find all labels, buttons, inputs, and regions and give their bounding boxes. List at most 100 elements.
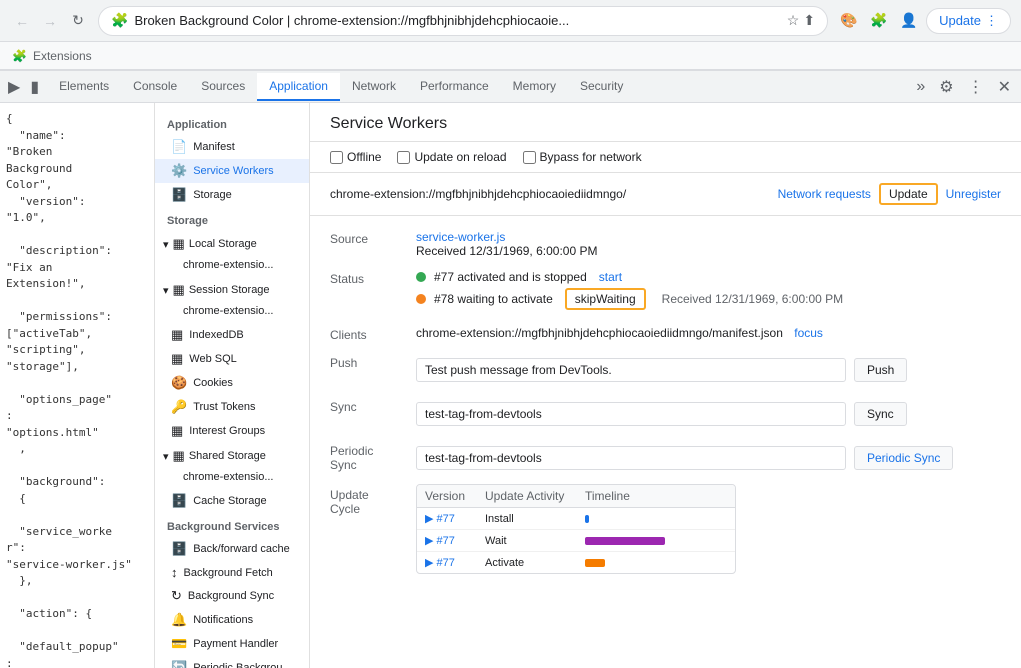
close-devtools-icon[interactable]: ✕ (992, 75, 1017, 99)
forward-button[interactable]: → (38, 9, 62, 33)
trust-tokens-icon: 🔑 (171, 399, 187, 415)
start-link[interactable]: start (599, 270, 622, 284)
tab-network[interactable]: Network (340, 73, 408, 101)
sw-url: chrome-extension://mgfbhjnibhjdehcphioca… (330, 187, 766, 201)
shared-storage-header[interactable]: ▾ ▦ Shared Storage (155, 445, 309, 467)
local-storage-icon: ▦ (173, 236, 185, 252)
tab-performance[interactable]: Performance (408, 73, 501, 101)
nav-item-background-fetch[interactable]: ↕ Background Fetch (155, 561, 309, 584)
puzzle-icon[interactable]: 🧩 (866, 8, 892, 34)
offline-checkbox[interactable] (330, 151, 343, 164)
back-button[interactable]: ← (10, 9, 34, 33)
unregister-link[interactable]: Unregister (946, 187, 1001, 201)
expand-icon: ▾ (163, 450, 169, 463)
cast-icon[interactable]: 🎨 (836, 8, 862, 34)
local-storage-child[interactable]: chrome-extensio... (155, 255, 309, 275)
sw-toolbar: Offline Update on reload Bypass for netw… (310, 142, 1021, 173)
nav-item-service-workers[interactable]: ⚙️ Service Workers (155, 159, 309, 183)
background-sync-icon: ↻ (171, 588, 182, 604)
offline-checkbox-label[interactable]: Offline (330, 150, 381, 164)
profile-icon[interactable]: 👤 (896, 8, 922, 34)
application-section-label: Application (155, 115, 309, 135)
nav-item-periodic-background[interactable]: 🔄 Periodic Backgrou... (155, 656, 309, 668)
nav-item-web-sql[interactable]: ▦ Web SQL (155, 347, 309, 371)
tab-application[interactable]: Application (257, 73, 340, 101)
shared-storage-child[interactable]: chrome-extensio... (155, 467, 309, 487)
update-button[interactable]: Update ⋮ (926, 8, 1011, 34)
inspect-icon[interactable]: ▶ (4, 75, 24, 99)
wait-bar (585, 537, 665, 545)
status-orange-dot (416, 294, 426, 304)
session-storage-child[interactable]: chrome-extensio... (155, 301, 309, 321)
tab-memory[interactable]: Memory (501, 73, 568, 101)
sync-value: Sync (416, 398, 1001, 430)
push-value: Push (416, 354, 1001, 386)
sync-input[interactable] (416, 402, 846, 426)
nav-item-interest-groups[interactable]: ▦ Interest Groups (155, 419, 309, 443)
local-storage-header[interactable]: ▾ ▦ Local Storage (155, 233, 309, 255)
nav-item-indexed-db[interactable]: ▦ IndexedDB (155, 323, 309, 347)
sync-label: Sync (330, 398, 400, 414)
clients-label: Clients (330, 326, 400, 342)
status-waiting-text: #78 waiting to activate (434, 292, 553, 306)
version-77-install[interactable]: ▶ #77 (425, 512, 485, 525)
nav-item-cache-storage[interactable]: 🗄️ Cache Storage (155, 489, 309, 513)
expand-icon: ▾ (163, 238, 169, 251)
extensions-puzzle-icon: 🧩 (12, 49, 27, 63)
nav-item-cookies[interactable]: 🍪 Cookies (155, 371, 309, 395)
periodic-sync-button[interactable]: Periodic Sync (854, 446, 953, 470)
timeline-install (585, 515, 727, 523)
address-bar[interactable]: 🧩 Broken Background Color | chrome-exten… (98, 6, 828, 36)
source-file-link[interactable]: service-worker.js (416, 230, 505, 244)
focus-link[interactable]: focus (794, 326, 823, 340)
nav-item-back-forward-cache[interactable]: 🗄️ Back/forward cache (155, 537, 309, 561)
devtools-body: { "name": "Broken Background Color", "ve… (0, 103, 1021, 668)
browser-bar: ← → ↻ 🧩 Broken Background Color | chrome… (0, 0, 1021, 42)
bypass-for-network-checkbox-label[interactable]: Bypass for network (523, 150, 642, 164)
local-storage-group: ▾ ▦ Local Storage chrome-extensio... (155, 231, 309, 277)
network-requests-link[interactable]: Network requests (778, 187, 871, 201)
tab-sources[interactable]: Sources (189, 73, 257, 101)
update-cycle-row: Update Cycle Version Update Activity Tim… (330, 480, 1001, 578)
more-options-icon[interactable]: ⋮ (962, 75, 990, 99)
clients-row: Clients chrome-extension://mgfbhjnibhjde… (330, 320, 1001, 348)
nav-item-payment-handler[interactable]: 💳 Payment Handler (155, 632, 309, 656)
device-icon[interactable]: ▮ (26, 75, 43, 99)
storage-icon: 🗄️ (171, 187, 187, 203)
session-storage-header[interactable]: ▾ ▦ Session Storage (155, 279, 309, 301)
nav-item-background-sync[interactable]: ↻ Background Sync (155, 584, 309, 608)
shared-storage-icon: ▦ (173, 448, 185, 464)
update-on-reload-checkbox[interactable] (397, 151, 410, 164)
nav-item-notifications[interactable]: 🔔 Notifications (155, 608, 309, 632)
push-input[interactable] (416, 358, 846, 382)
more-tabs-icon[interactable]: » (910, 75, 931, 99)
version-77-wait[interactable]: ▶ #77 (425, 534, 485, 547)
share-icon[interactable]: ⬆ (803, 12, 815, 29)
nav-tree: Application 📄 Manifest ⚙️ Service Worker… (155, 103, 310, 668)
periodic-sync-input[interactable] (416, 446, 846, 470)
periodic-sync-value: Periodic Sync (416, 442, 1001, 474)
bypass-for-network-checkbox[interactable] (523, 151, 536, 164)
tab-console[interactable]: Console (121, 73, 189, 101)
settings-icon[interactable]: ⚙ (933, 75, 959, 99)
version-77-activate[interactable]: ▶ #77 (425, 556, 485, 569)
nav-item-manifest[interactable]: 📄 Manifest (155, 135, 309, 159)
code-panel: { "name": "Broken Background Color", "ve… (0, 103, 155, 668)
update-link[interactable]: Update (879, 183, 938, 205)
cache-storage-icon: 🗄️ (171, 493, 187, 509)
nav-item-trust-tokens[interactable]: 🔑 Trust Tokens (155, 395, 309, 419)
bookmark-icon[interactable]: ☆ (787, 12, 800, 29)
tab-elements[interactable]: Elements (47, 73, 121, 101)
push-button[interactable]: Push (854, 358, 907, 382)
nav-item-storage[interactable]: 🗄️ Storage (155, 183, 309, 207)
timeline-col-header: Timeline (585, 489, 727, 503)
sync-button[interactable]: Sync (854, 402, 907, 426)
tab-security[interactable]: Security (568, 73, 635, 101)
session-storage-group: ▾ ▦ Session Storage chrome-extensio... (155, 277, 309, 323)
reload-button[interactable]: ↻ (66, 9, 90, 33)
periodic-background-icon: 🔄 (171, 660, 187, 668)
update-on-reload-checkbox-label[interactable]: Update on reload (397, 150, 506, 164)
activate-bar (585, 559, 605, 567)
skip-waiting-button[interactable]: skipWaiting (565, 288, 646, 310)
notifications-icon: 🔔 (171, 612, 187, 628)
